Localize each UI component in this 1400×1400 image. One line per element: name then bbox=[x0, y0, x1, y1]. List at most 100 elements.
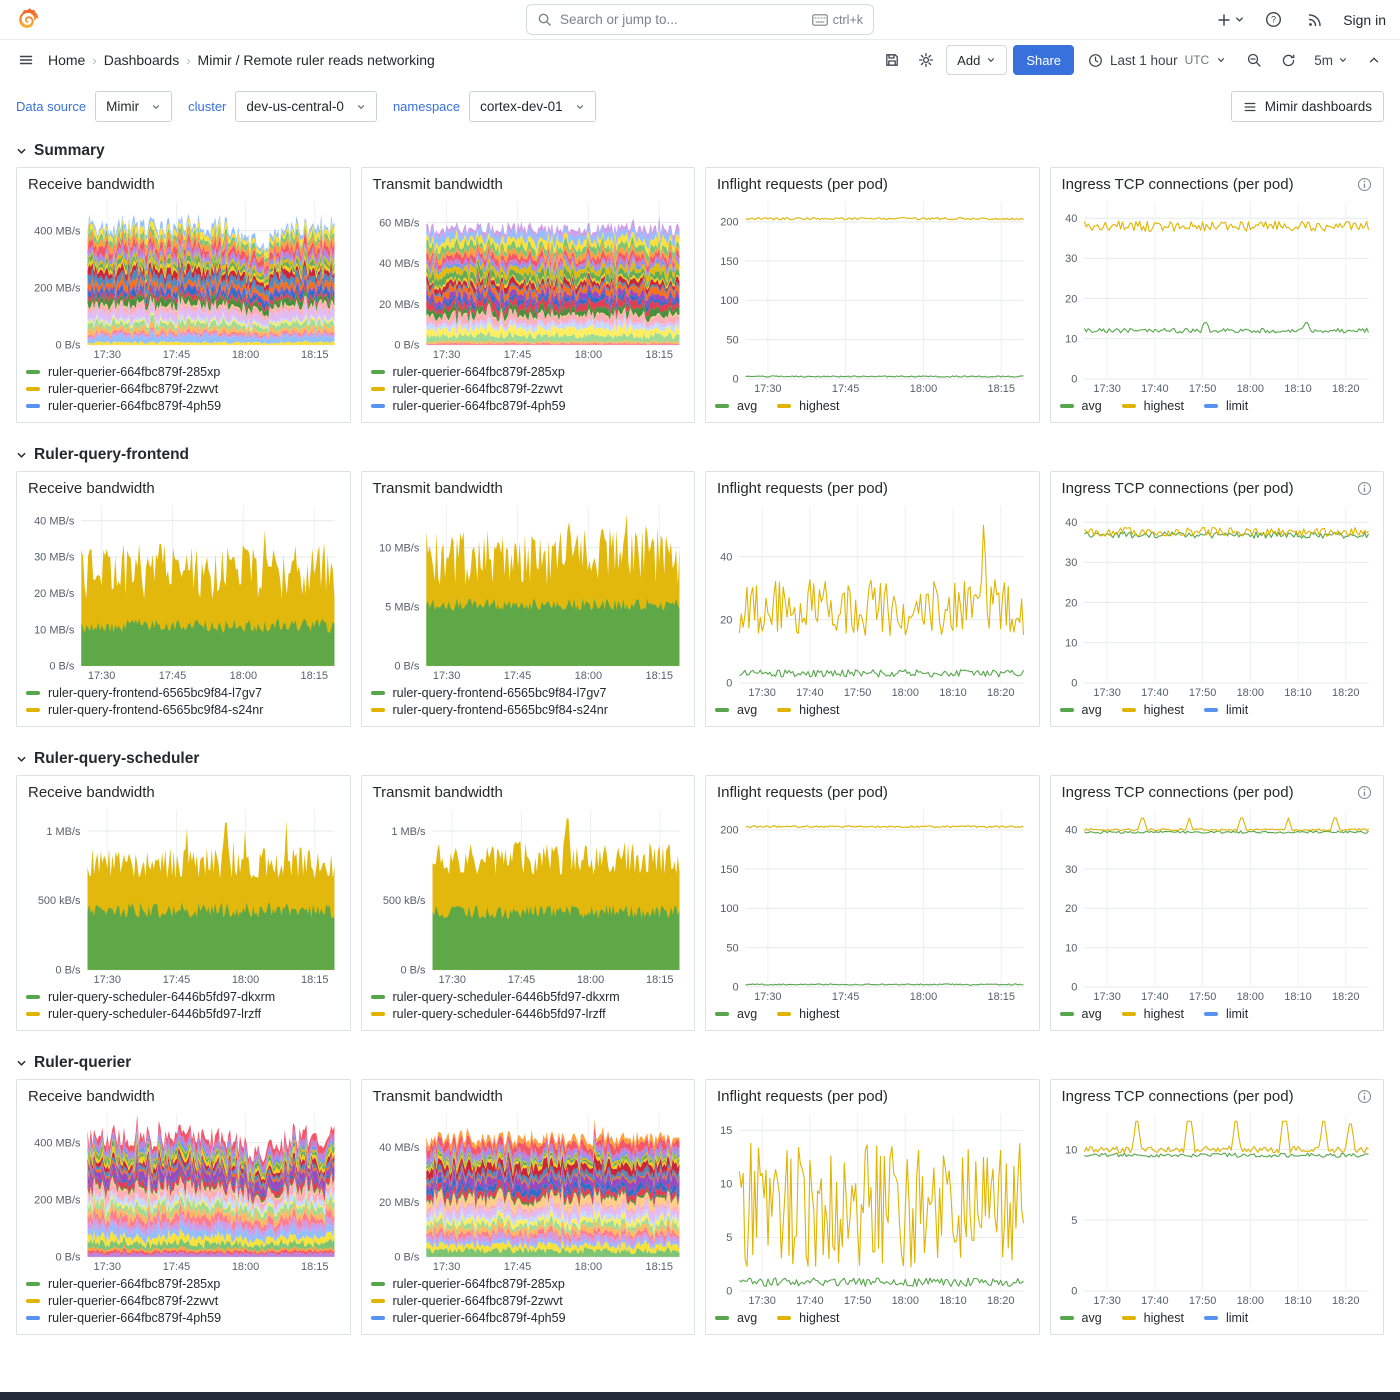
legend-item[interactable]: ruler-query-frontend-6565bc9f84-l7gv7 bbox=[371, 686, 686, 700]
legend-item[interactable]: ruler-querier-664fbc879f-2zwvt bbox=[26, 382, 341, 396]
panel-title[interactable]: Ingress TCP connections (per pod) bbox=[1062, 480, 1294, 497]
legend-item[interactable]: highest bbox=[777, 1311, 839, 1325]
info-icon[interactable] bbox=[1357, 481, 1372, 496]
legend-item[interactable]: ruler-querier-664fbc879f-4ph59 bbox=[371, 1311, 686, 1325]
datasource-dropdown[interactable]: Mimir bbox=[95, 91, 172, 122]
breadcrumb-home[interactable]: Home bbox=[48, 52, 85, 68]
search-input[interactable]: Search or jump to... ctrl+k bbox=[526, 4, 874, 35]
chart-canvas[interactable]: 01020304017:3017:4017:5018:0018:1018:20 bbox=[1060, 196, 1375, 396]
collapse-toolbar-button[interactable] bbox=[1360, 46, 1388, 74]
legend-item[interactable]: ruler-querier-664fbc879f-2zwvt bbox=[371, 382, 686, 396]
panel-title[interactable]: Inflight requests (per pod) bbox=[717, 176, 888, 193]
legend-item[interactable]: highest bbox=[777, 703, 839, 717]
dashboard-settings-button[interactable] bbox=[912, 46, 940, 74]
breadcrumb-dashboards[interactable]: Dashboards bbox=[104, 52, 180, 68]
share-button[interactable]: Share bbox=[1013, 45, 1074, 75]
panel-title[interactable]: Receive bandwidth bbox=[28, 784, 155, 801]
legend-item[interactable]: ruler-querier-664fbc879f-285xp bbox=[26, 1277, 341, 1291]
panel-title[interactable]: Transmit bandwidth bbox=[373, 176, 503, 193]
chart-canvas[interactable]: 05101517:3017:4017:5018:0018:1018:20 bbox=[715, 1108, 1030, 1308]
legend-item[interactable]: ruler-querier-664fbc879f-285xp bbox=[371, 1277, 686, 1291]
panel-title[interactable]: Inflight requests (per pod) bbox=[717, 480, 888, 497]
chart-canvas[interactable]: 0 B/s200 MB/s400 MB/s17:3017:4518:0018:1… bbox=[26, 1108, 341, 1274]
mega-menu-toggle[interactable] bbox=[12, 46, 40, 74]
legend-item[interactable]: limit bbox=[1204, 1311, 1248, 1325]
sign-in-link[interactable]: Sign in bbox=[1343, 12, 1386, 28]
legend-item[interactable]: avg bbox=[1060, 703, 1102, 717]
mimir-dashboards-button[interactable]: Mimir dashboards bbox=[1231, 91, 1384, 122]
panel-title[interactable]: Inflight requests (per pod) bbox=[717, 1088, 888, 1105]
section-toggle-ruler-query-frontend[interactable]: Ruler-query-frontend bbox=[16, 439, 1384, 471]
legend-item[interactable]: limit bbox=[1204, 399, 1248, 413]
chart-canvas[interactable]: 051017:3017:4017:5018:0018:1018:20 bbox=[1060, 1108, 1375, 1308]
legend-item[interactable]: avg bbox=[715, 703, 757, 717]
save-dashboard-button[interactable] bbox=[878, 46, 906, 74]
legend-item[interactable]: highest bbox=[1122, 1311, 1184, 1325]
legend-item[interactable]: limit bbox=[1204, 703, 1248, 717]
news-button[interactable] bbox=[1301, 6, 1329, 34]
panel-title[interactable]: Receive bandwidth bbox=[28, 1088, 155, 1105]
legend-item[interactable]: avg bbox=[715, 399, 757, 413]
help-button[interactable]: ? bbox=[1259, 6, 1287, 34]
panel-title[interactable]: Ingress TCP connections (per pod) bbox=[1062, 176, 1294, 193]
legend-item[interactable]: ruler-query-frontend-6565bc9f84-s24nr bbox=[26, 703, 341, 717]
legend-item[interactable]: ruler-query-scheduler-6446b5fd97-lrzff bbox=[371, 1007, 686, 1021]
legend-item[interactable]: highest bbox=[777, 399, 839, 413]
legend-item[interactable]: avg bbox=[715, 1311, 757, 1325]
legend-item[interactable]: ruler-querier-664fbc879f-2zwvt bbox=[371, 1294, 686, 1308]
chart-canvas[interactable]: 0 B/s500 kB/s1 MB/s17:3017:4518:0018:15 bbox=[26, 804, 341, 987]
zoom-out-time-button[interactable] bbox=[1240, 46, 1268, 74]
refresh-interval-dropdown[interactable]: 5m bbox=[1308, 45, 1354, 75]
panel-title[interactable]: Receive bandwidth bbox=[28, 176, 155, 193]
legend-item[interactable]: ruler-query-scheduler-6446b5fd97-dkxrm bbox=[26, 990, 341, 1004]
time-range-picker[interactable]: Last 1 hour UTC bbox=[1080, 45, 1234, 75]
info-icon[interactable] bbox=[1357, 177, 1372, 192]
legend-item[interactable]: avg bbox=[715, 1007, 757, 1021]
chart-canvas[interactable]: 0 B/s10 MB/s20 MB/s30 MB/s40 MB/s17:3017… bbox=[26, 500, 341, 683]
legend-item[interactable]: ruler-query-scheduler-6446b5fd97-dkxrm bbox=[371, 990, 686, 1004]
refresh-button[interactable] bbox=[1274, 46, 1302, 74]
legend-item[interactable]: avg bbox=[1060, 1311, 1102, 1325]
legend-item[interactable]: highest bbox=[1122, 703, 1184, 717]
panel-title[interactable]: Inflight requests (per pod) bbox=[717, 784, 888, 801]
legend-item[interactable]: ruler-query-frontend-6565bc9f84-l7gv7 bbox=[26, 686, 341, 700]
panel-title[interactable]: Transmit bandwidth bbox=[373, 480, 503, 497]
legend-item[interactable]: limit bbox=[1204, 1007, 1248, 1021]
chart-canvas[interactable]: 0 B/s5 MB/s10 MB/s17:3017:4518:0018:15 bbox=[371, 500, 686, 683]
legend-item[interactable]: ruler-querier-664fbc879f-4ph59 bbox=[26, 1311, 341, 1325]
legend-item[interactable]: ruler-query-frontend-6565bc9f84-s24nr bbox=[371, 703, 686, 717]
info-icon[interactable] bbox=[1357, 1089, 1372, 1104]
chart-canvas[interactable]: 01020304017:3017:4017:5018:0018:1018:20 bbox=[1060, 804, 1375, 1004]
panel-title[interactable]: Ingress TCP connections (per pod) bbox=[1062, 1088, 1294, 1105]
chart-canvas[interactable]: 05010015020017:3017:4518:0018:15 bbox=[715, 804, 1030, 1004]
legend-item[interactable]: ruler-querier-664fbc879f-285xp bbox=[371, 365, 686, 379]
chart-canvas[interactable]: 0 B/s20 MB/s40 MB/s17:3017:4518:0018:15 bbox=[371, 1108, 686, 1274]
legend-item[interactable]: avg bbox=[1060, 1007, 1102, 1021]
legend-item[interactable]: highest bbox=[1122, 1007, 1184, 1021]
legend-item[interactable]: avg bbox=[1060, 399, 1102, 413]
legend-item[interactable]: ruler-querier-664fbc879f-4ph59 bbox=[371, 399, 686, 413]
legend-item[interactable]: ruler-querier-664fbc879f-2zwvt bbox=[26, 1294, 341, 1308]
info-icon[interactable] bbox=[1357, 785, 1372, 800]
chart-canvas[interactable]: 0 B/s20 MB/s40 MB/s60 MB/s17:3017:4518:0… bbox=[371, 196, 686, 362]
cluster-dropdown[interactable]: dev-us-central-0 bbox=[235, 91, 377, 122]
grafana-logo[interactable] bbox=[14, 6, 42, 34]
legend-item[interactable]: highest bbox=[1122, 399, 1184, 413]
chart-canvas[interactable]: 0 B/s200 MB/s400 MB/s17:3017:4518:0018:1… bbox=[26, 196, 341, 362]
panel-title[interactable]: Transmit bandwidth bbox=[373, 784, 503, 801]
legend-item[interactable]: ruler-query-scheduler-6446b5fd97-lrzff bbox=[26, 1007, 341, 1021]
section-toggle-ruler-querier[interactable]: Ruler-querier bbox=[16, 1047, 1384, 1079]
panel-title[interactable]: Receive bandwidth bbox=[28, 480, 155, 497]
legend-item[interactable]: ruler-querier-664fbc879f-285xp bbox=[26, 365, 341, 379]
add-button[interactable]: Add bbox=[946, 45, 1007, 75]
chart-canvas[interactable]: 0 B/s500 kB/s1 MB/s17:3017:4518:0018:15 bbox=[371, 804, 686, 987]
section-toggle-summary[interactable]: Summary bbox=[16, 135, 1384, 167]
chart-canvas[interactable]: 01020304017:3017:4017:5018:0018:1018:20 bbox=[1060, 500, 1375, 700]
panel-title[interactable]: Transmit bandwidth bbox=[373, 1088, 503, 1105]
panel-title[interactable]: Ingress TCP connections (per pod) bbox=[1062, 784, 1294, 801]
section-toggle-ruler-query-scheduler[interactable]: Ruler-query-scheduler bbox=[16, 743, 1384, 775]
namespace-dropdown[interactable]: cortex-dev-01 bbox=[469, 91, 596, 122]
legend-item[interactable]: highest bbox=[777, 1007, 839, 1021]
chart-canvas[interactable]: 05010015020017:3017:4518:0018:15 bbox=[715, 196, 1030, 396]
new-button[interactable] bbox=[1216, 12, 1245, 28]
